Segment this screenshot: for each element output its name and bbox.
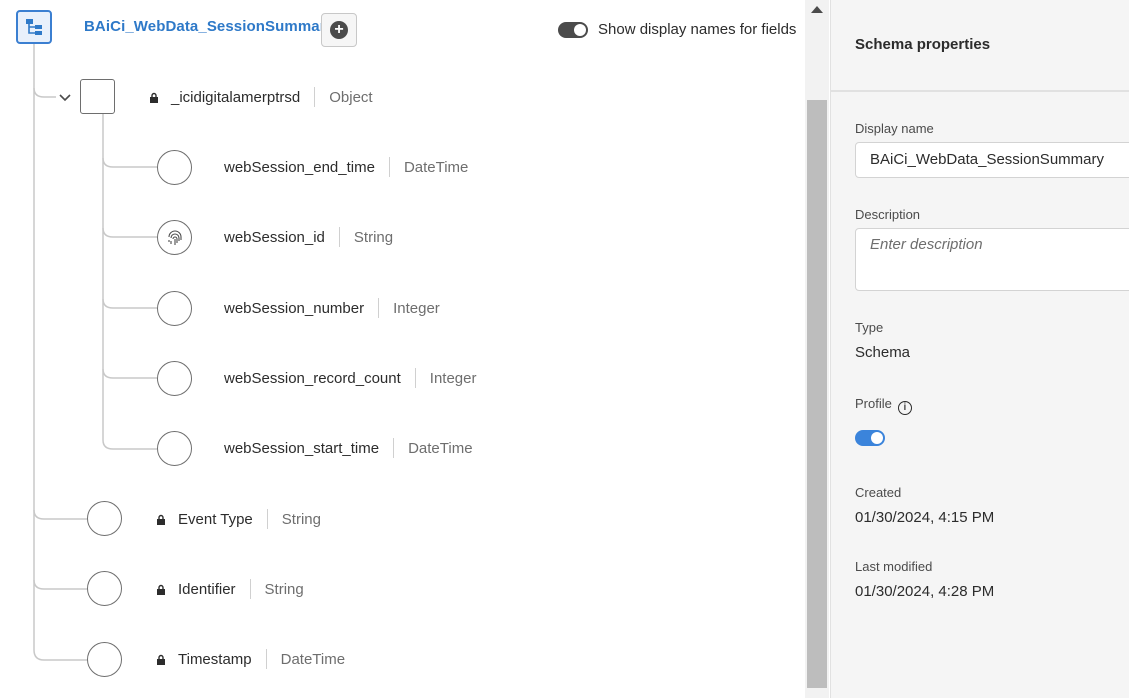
schema-root-icon[interactable] [16, 10, 52, 44]
description-field[interactable]: Enter description [855, 228, 1129, 291]
field-row-websession-record-count[interactable]: webSession_record_count Integer [224, 368, 476, 388]
field-name: webSession_end_time [224, 158, 375, 176]
field-row-event-type[interactable]: Event Type String [156, 509, 321, 529]
field-name: Event Type [178, 510, 253, 528]
field-type: Integer [393, 299, 440, 317]
divider [338, 227, 340, 247]
divider [388, 157, 390, 177]
field-name: _icidigitalamerptrsd [171, 88, 301, 106]
divider [266, 509, 268, 529]
scrollbar-thumb[interactable] [807, 100, 827, 688]
field-node[interactable] [87, 571, 122, 606]
chevron-down-icon[interactable] [58, 92, 72, 104]
field-row-websession-number[interactable]: webSession_number Integer [224, 298, 440, 318]
field-node[interactable] [157, 361, 192, 396]
show-display-names-toggle[interactable] [558, 21, 588, 38]
field-type: Object [329, 88, 373, 106]
lock-icon [157, 514, 165, 525]
field-name: webSession_id [224, 228, 325, 246]
field-row-websession-id[interactable]: webSession_id String [224, 227, 393, 247]
field-node[interactable] [87, 642, 122, 677]
show-display-names-control[interactable]: Show display names for fields [558, 21, 796, 38]
display-name-field[interactable]: BAiCi_WebData_SessionSummary [855, 142, 1129, 178]
field-type: String [264, 580, 304, 598]
canvas-scrollbar[interactable] [805, 0, 829, 698]
field-type: String [281, 510, 321, 528]
field-name: webSession_record_count [224, 369, 401, 387]
field-name: webSession_number [224, 299, 365, 317]
divider [249, 579, 251, 599]
type-label: Type [855, 320, 884, 335]
field-row-identifier[interactable]: Identifier String [156, 579, 304, 599]
divider [265, 649, 267, 669]
field-row-websession-start-time[interactable]: webSession_start_time DateTime [224, 438, 473, 458]
last-modified-value: 01/30/2024, 4:28 PM [855, 583, 995, 600]
description-label: Description [855, 207, 921, 222]
panel-title: Schema properties [855, 36, 991, 53]
lock-icon [157, 654, 165, 665]
created-label: Created [855, 485, 902, 500]
object-field-row[interactable]: _icidigitalamerptrsd Object [149, 87, 373, 107]
field-row-timestamp[interactable]: Timestamp DateTime [156, 649, 345, 669]
divider [314, 87, 316, 107]
divider [393, 438, 395, 458]
type-value: Schema [855, 344, 911, 361]
panel-header: Schema properties [831, 0, 1129, 92]
object-node[interactable] [80, 79, 115, 114]
field-node[interactable] [157, 291, 192, 326]
field-node[interactable] [87, 501, 122, 536]
lock-icon [157, 584, 165, 595]
fingerprint-icon [167, 229, 182, 245]
field-name: webSession_start_time [224, 439, 380, 457]
profile-label: Profile [855, 396, 892, 411]
schema-title[interactable]: BAiCi_WebData_SessionSummary [84, 18, 334, 35]
add-field-button[interactable]: + [321, 13, 357, 47]
created-value: 01/30/2024, 4:15 PM [855, 509, 995, 526]
plus-icon: + [330, 21, 348, 39]
schema-properties-panel: Schema properties Display name BAiCi_Web… [830, 0, 1129, 698]
divider [378, 298, 380, 318]
profile-toggle[interactable] [855, 430, 885, 446]
hierarchy-icon [26, 19, 42, 35]
show-display-names-label: Show display names for fields [598, 21, 797, 38]
field-node[interactable] [157, 220, 192, 255]
field-type: String [353, 228, 394, 246]
field-row-websession-end-time[interactable]: webSession_end_time DateTime [224, 157, 468, 177]
info-icon[interactable]: i [897, 401, 912, 415]
field-node[interactable] [157, 431, 192, 466]
schema-canvas: BAiCi_WebData_SessionSummary + Show disp… [0, 0, 805, 698]
field-type: Integer [429, 369, 477, 387]
field-name: Identifier [178, 580, 236, 598]
field-name: Timestamp [178, 650, 252, 668]
scroll-up-arrow-icon[interactable] [811, 6, 823, 13]
field-type: DateTime [280, 650, 346, 668]
profile-label-row: Profile i [855, 396, 912, 415]
field-type: DateTime [408, 439, 473, 457]
last-modified-label: Last modified [855, 559, 933, 574]
lock-icon [150, 92, 158, 103]
display-name-label: Display name [855, 121, 934, 136]
field-node[interactable] [157, 150, 192, 185]
divider [414, 368, 416, 388]
field-type: DateTime [403, 158, 469, 176]
